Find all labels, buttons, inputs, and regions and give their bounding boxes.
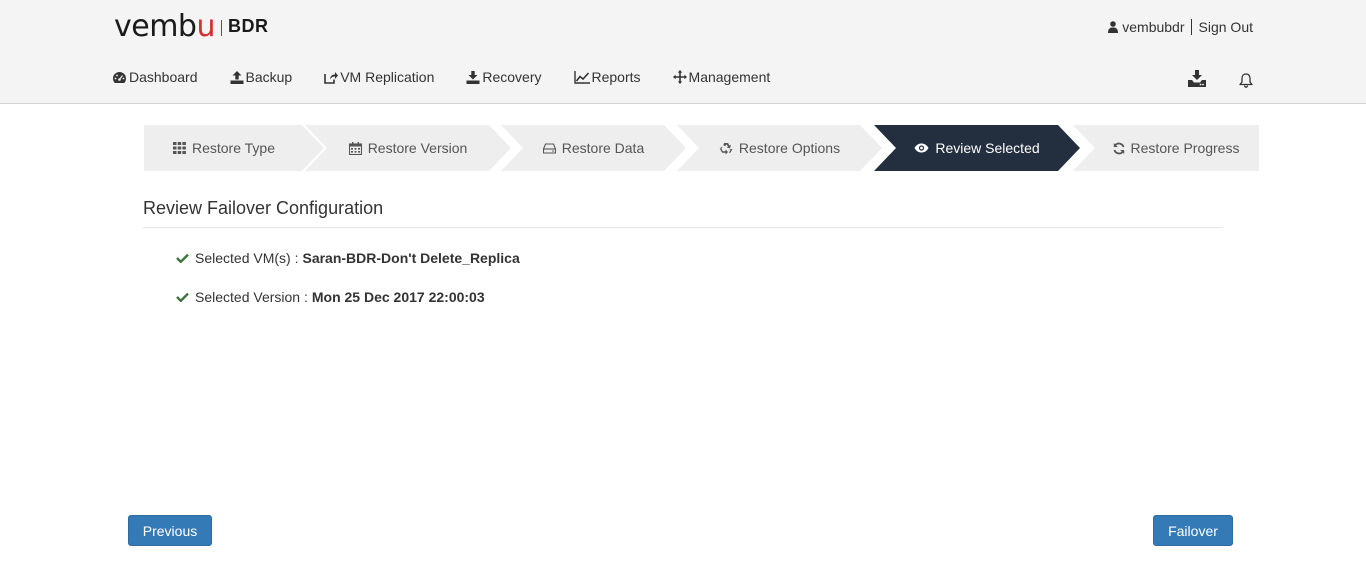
dashboard-icon	[112, 71, 127, 83]
nav-vm-replication[interactable]: VM Replication	[324, 69, 434, 85]
nav-label: Management	[688, 69, 771, 85]
nav-recovery[interactable]: Recovery	[466, 69, 542, 85]
bell-icon	[1239, 73, 1253, 88]
download-tray-button[interactable]	[1188, 70, 1206, 90]
title-divider	[143, 227, 1223, 228]
step-label: Restore Progress	[1130, 140, 1240, 156]
wizard-step-restore-progress[interactable]: Restore Progress	[1073, 125, 1259, 171]
nav-label: Backup	[245, 69, 293, 85]
nav-label: VM Replication	[340, 69, 435, 85]
step-label: Restore Options	[738, 140, 841, 156]
wizard-step-restore-data[interactable]: Restore Data	[501, 125, 686, 171]
page-title: Review Failover Configuration	[143, 198, 384, 218]
grid-icon	[172, 142, 186, 154]
step-label: Restore Type	[191, 140, 275, 156]
nav-dashboard[interactable]: Dashboard	[112, 69, 198, 85]
check-icon	[176, 292, 189, 302]
wizard-step-review-selected[interactable]: Review Selected	[874, 125, 1080, 171]
hdd-icon	[542, 142, 556, 154]
main-nav: Dashboard Backup VM Replication Recovery…	[112, 69, 802, 85]
user-divider	[1190, 19, 1192, 35]
user-area: vembubdr Sign Out	[1108, 19, 1253, 35]
selected-vm-row: Selected VM(s) : Saran-BDR-Don't Delete_…	[176, 250, 520, 266]
logo-wordmark: vembu	[114, 9, 215, 44]
selected-version-value: Mon 25 Dec 2017 22:00:03	[311, 289, 485, 305]
logo-divider	[221, 20, 222, 36]
sign-out-link[interactable]: Sign Out	[1199, 19, 1253, 35]
nav-backup[interactable]: Backup	[230, 69, 293, 85]
selected-vm-value: Saran-BDR-Don't Delete_Replica	[302, 250, 520, 266]
app-header: vembu BDR vembubdr Sign Out Dashboard Ba…	[0, 0, 1366, 104]
upload-icon	[230, 70, 243, 84]
nav-label: Recovery	[482, 69, 542, 85]
step-label: Review Selected	[935, 140, 1040, 156]
download-tray-icon	[1188, 70, 1206, 87]
nav-label: Reports	[591, 69, 641, 85]
download-icon	[466, 70, 480, 84]
step-label: Restore Data	[561, 140, 645, 156]
nav-management[interactable]: Management	[672, 69, 771, 85]
selected-version-row: Selected Version : Mon 25 Dec 2017 22:00…	[176, 289, 485, 305]
arrows-icon	[672, 70, 687, 84]
nav-reports[interactable]: Reports	[573, 69, 641, 85]
eye-icon	[914, 143, 929, 153]
selected-vm-label: Selected VM(s) :	[195, 250, 299, 266]
failover-button[interactable]: Failover	[1153, 515, 1233, 546]
wizard-step-restore-version[interactable]: Restore Version	[305, 125, 511, 171]
line-chart-icon	[573, 70, 590, 84]
logo-product: BDR	[228, 16, 269, 36]
previous-button[interactable]: Previous	[128, 515, 212, 546]
username-link[interactable]: vembubdr	[1122, 19, 1184, 35]
calendar-icon	[348, 141, 362, 155]
nav-label: Dashboard	[129, 69, 198, 85]
recycle-icon	[719, 142, 733, 155]
restore-wizard-steps: Restore Type Restore Version Restore Dat…	[144, 125, 1259, 171]
check-icon	[176, 253, 189, 263]
wizard-step-restore-options[interactable]: Restore Options	[677, 125, 882, 171]
selected-version-label: Selected Version :	[195, 289, 308, 305]
user-icon	[1108, 21, 1119, 33]
wizard-step-restore-type[interactable]: Restore Type	[144, 125, 324, 171]
share-icon	[324, 71, 339, 84]
refresh-icon	[1113, 142, 1124, 154]
vembu-bdr-logo[interactable]: vembu BDR	[114, 10, 269, 44]
notifications-button[interactable]	[1239, 73, 1253, 91]
step-label: Restore Version	[367, 140, 468, 156]
